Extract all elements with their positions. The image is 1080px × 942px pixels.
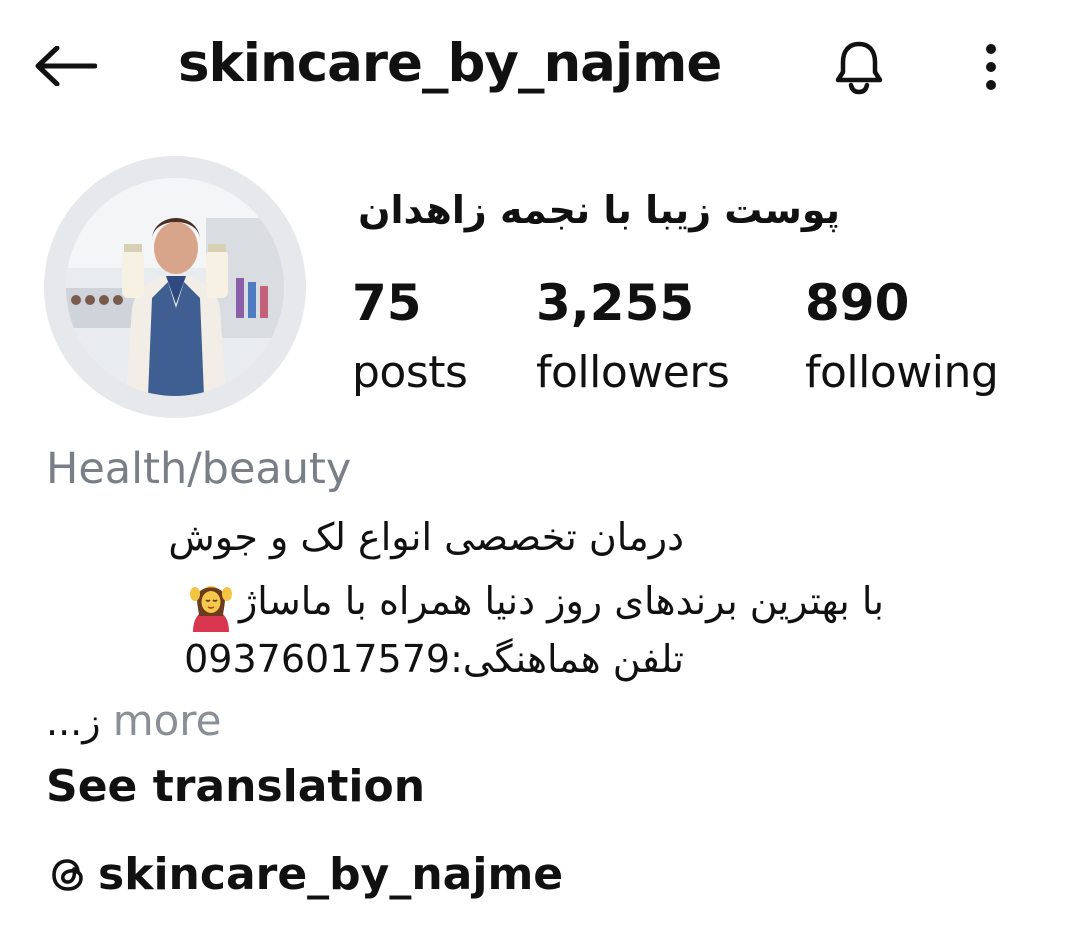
notifications-button[interactable]	[826, 34, 892, 100]
posts-stat[interactable]: 75 posts	[352, 268, 468, 408]
bio-more-link[interactable]: more	[113, 696, 222, 745]
followers-stat[interactable]: 3,255 followers	[536, 268, 730, 408]
bio-line-1: درمان تخصصی انواع لک و جوش	[168, 515, 684, 559]
top-app-bar: skincare_by_najme	[0, 0, 1080, 130]
back-button[interactable]	[30, 38, 100, 94]
following-stat[interactable]: 890 following	[805, 268, 999, 408]
followers-label: followers	[536, 347, 730, 398]
more-options-button[interactable]	[966, 34, 1016, 100]
following-label: following	[805, 347, 999, 398]
profile-username: skincare_by_najme	[178, 33, 722, 94]
threads-profile-link[interactable]: skincare_by_najme	[46, 844, 563, 906]
posts-count: 75	[352, 274, 422, 332]
bell-icon	[835, 41, 883, 95]
bio-line-3: تلفن هماهنگی:09376017579	[184, 637, 684, 681]
bio-line-2: با بهترین برندهای روز دنیا همراه با ماسا…	[44, 570, 884, 632]
see-translation-link[interactable]: See translation	[46, 756, 425, 818]
followers-count: 3,255	[536, 274, 695, 332]
following-count: 890	[805, 274, 910, 332]
more-vertical-icon	[986, 44, 996, 90]
threads-icon	[46, 853, 90, 897]
person-getting-massage-emoji	[189, 585, 232, 632]
bio-line-4: ز... more	[46, 690, 221, 753]
threads-handle: skincare_by_najme	[98, 849, 564, 900]
arrow-left-icon	[35, 46, 97, 86]
profile-display-name: پوست زیبا با نجمه زاهدان	[358, 188, 840, 232]
bio-truncated-text: ز...	[46, 700, 101, 744]
avatar-photo	[66, 178, 284, 396]
bio-line-2-text: با بهترین برندهای روز دنیا همراه با ماسا…	[238, 579, 884, 623]
posts-label: posts	[352, 347, 468, 398]
profile-category: Health/beauty	[46, 444, 352, 494]
